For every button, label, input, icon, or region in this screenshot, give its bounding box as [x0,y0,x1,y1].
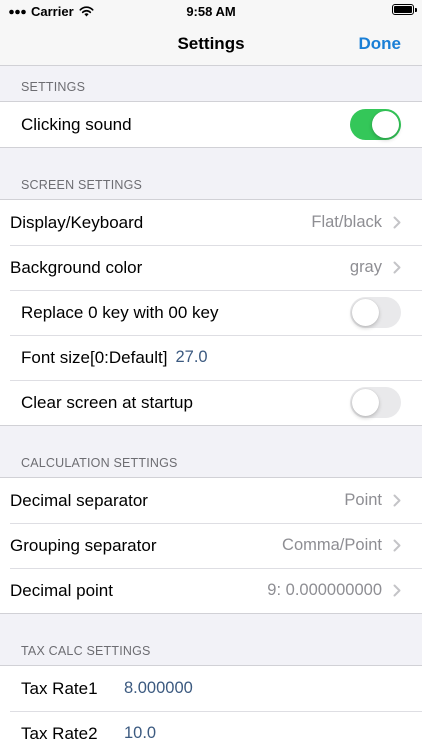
grouping-separator-label: Grouping separator [10,535,157,555]
tax-rate2-label: Tax Rate2 [21,723,98,743]
row-replace-zero-key: Replace 0 key with 00 key [0,290,422,335]
group-screen-settings: Display/Keyboard Flat/black Background c… [0,199,422,426]
row-grouping-separator[interactable]: Grouping separator Comma/Point [0,523,422,568]
row-font-size: Font size[0:Default] 27.0 [0,335,422,380]
tax-rate2-input[interactable]: 10.0 [124,711,156,756]
group-calculation-settings: Decimal separator Point Grouping separat… [0,477,422,614]
status-time: 9:58 AM [186,4,236,19]
group-tax-settings: Tax Rate1 8.000000 Tax Rate2 10.0 [0,665,422,756]
battery-icon [392,4,417,15]
replace-zero-key-toggle[interactable] [350,297,401,328]
group-settings: Clicking sound [0,101,422,148]
decimal-separator-value: Point [344,491,382,509]
display-keyboard-value: Flat/black [311,213,382,231]
section-header-settings: SETTINGS [21,80,86,94]
clicking-sound-label: Clicking sound [21,114,132,134]
toggle-knob [372,111,399,138]
tax-rate1-input[interactable]: 8.000000 [124,666,193,711]
grouping-separator-value: Comma/Point [282,536,382,554]
background-color-value: gray [349,258,382,276]
row-decimal-point[interactable]: Decimal point 9: 0.000000000 [0,568,422,613]
clear-screen-label: Clear screen at startup [21,392,193,412]
status-bar: Carrier 9:58 AM [0,0,422,22]
section-header-tax: TAX CALC SETTINGS [21,644,151,658]
clicking-sound-toggle[interactable] [350,109,401,140]
toggle-knob [352,299,379,326]
chevron-right-icon [393,494,401,507]
row-display-keyboard[interactable]: Display/Keyboard Flat/black [0,200,422,245]
navigation-bar: Settings Done [0,22,422,66]
row-decimal-separator[interactable]: Decimal separator Point [0,478,422,523]
replace-zero-key-label: Replace 0 key with 00 key [21,302,219,322]
section-header-screen: SCREEN SETTINGS [21,178,143,192]
chevron-right-icon [393,261,401,274]
display-keyboard-label: Display/Keyboard [10,212,144,232]
row-clear-screen: Clear screen at startup [0,380,422,425]
done-button[interactable]: Done [359,22,402,66]
decimal-point-value: 9: 0.000000000 [267,581,382,599]
font-size-input[interactable]: 27.0 [175,348,207,367]
decimal-separator-label: Decimal separator [10,490,148,510]
chevron-right-icon [393,584,401,597]
row-tax-rate1: Tax Rate1 8.000000 [0,666,422,711]
decimal-point-label: Decimal point [10,580,113,600]
chevron-right-icon [393,539,401,552]
row-clicking-sound: Clicking sound [0,102,422,147]
tax-rate1-label: Tax Rate1 [21,678,98,698]
section-header-calculation: CALCULATION SETTINGS [21,456,178,470]
toggle-knob [352,389,379,416]
background-color-label: Background color [10,257,143,277]
row-background-color[interactable]: Background color gray [0,245,422,290]
row-tax-rate2: Tax Rate2 10.0 [0,711,422,756]
font-size-label: Font size[0:Default] [21,347,168,367]
clear-screen-toggle[interactable] [350,387,401,418]
chevron-right-icon [393,216,401,229]
